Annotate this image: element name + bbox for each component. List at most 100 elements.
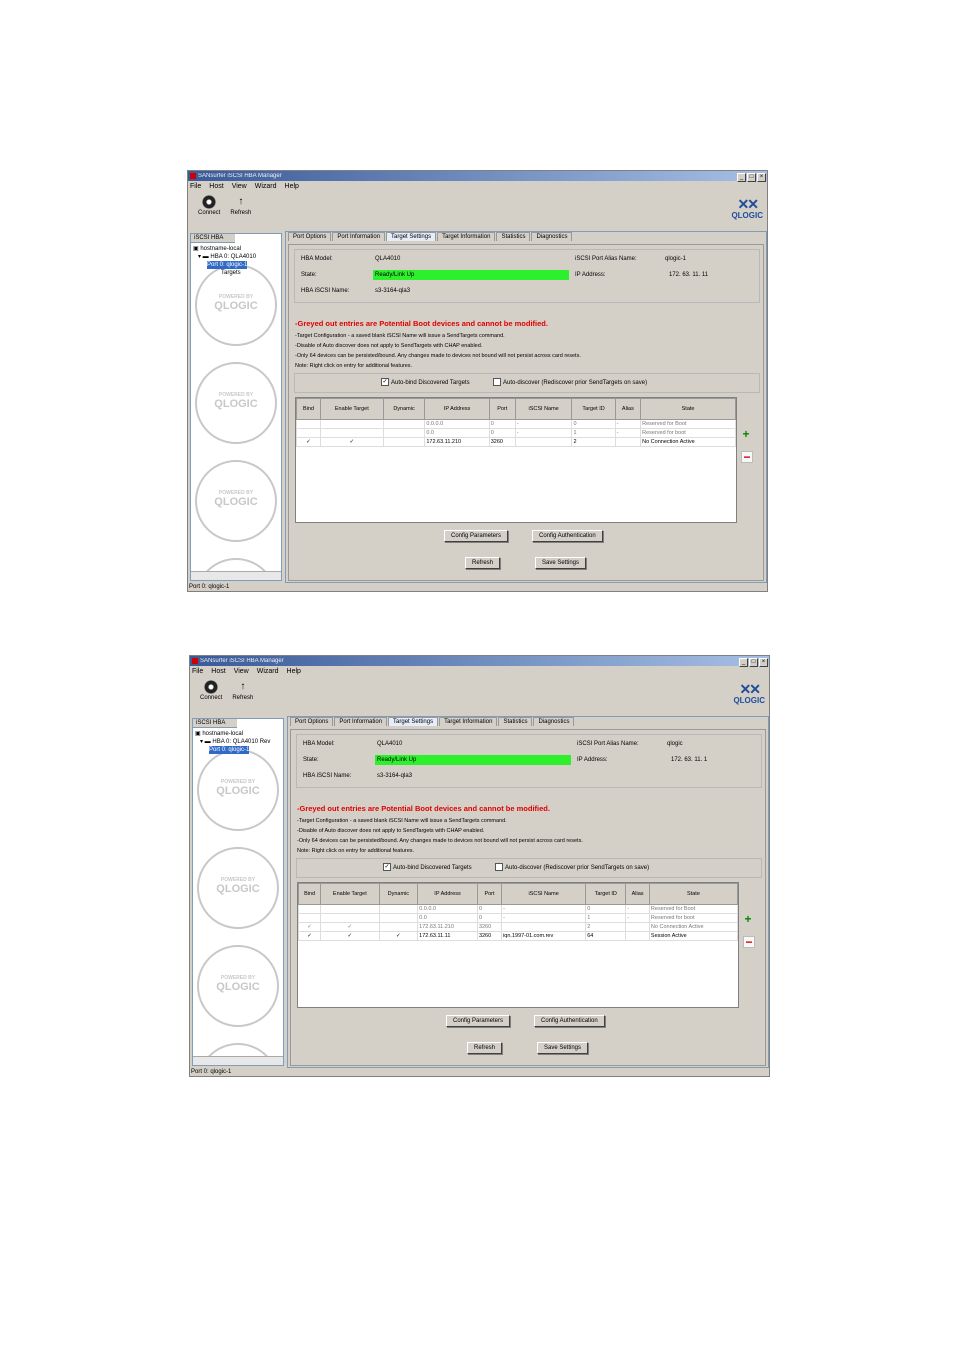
table-cell[interactable]: ✓ xyxy=(320,931,380,941)
tab-statistics[interactable]: Statistics xyxy=(496,232,531,241)
tab-port-options[interactable]: Port Options xyxy=(290,717,334,726)
table-cell[interactable] xyxy=(320,913,380,923)
tab-target-settings[interactable]: Target Settings xyxy=(388,717,439,726)
auto-bind-checkbox[interactable]: ✓ xyxy=(381,378,389,387)
maximize-button[interactable]: □ xyxy=(749,658,758,667)
auto-bind-checkbox[interactable]: ✓ xyxy=(383,863,391,872)
add-target-button[interactable]: + xyxy=(741,428,751,440)
menu-help[interactable]: Help xyxy=(285,183,299,190)
auto-bind-option[interactable]: ✓ Auto-bind Discovered Targets xyxy=(381,374,470,392)
table-row[interactable]: 0.0 0-1- Reserved for boot xyxy=(298,913,738,923)
table-cell[interactable] xyxy=(320,904,380,914)
table-cell[interactable] xyxy=(378,922,419,932)
tree-horizontal-scrollbar[interactable] xyxy=(191,571,281,580)
table-cell[interactable] xyxy=(298,904,322,914)
tab-statistics[interactable]: Statistics xyxy=(498,717,533,726)
column-header[interactable]: Alias xyxy=(614,398,642,420)
table-cell[interactable]: ✓ xyxy=(319,437,384,447)
column-header[interactable]: Enable Target xyxy=(319,398,384,420)
table-cell[interactable] xyxy=(382,419,426,429)
column-header[interactable]: State xyxy=(648,883,738,905)
table-cell[interactable] xyxy=(378,913,419,923)
tab-target-settings[interactable]: Target Settings xyxy=(386,232,437,241)
column-header[interactable]: Alias xyxy=(625,883,650,905)
config-authentication-button[interactable]: Config Authentication xyxy=(534,1015,605,1027)
tree-horizontal-scrollbar[interactable] xyxy=(193,1056,283,1065)
refresh-toolbar-button[interactable]: ↑ Refresh xyxy=(230,195,251,216)
tree-hba[interactable]: ▾ ▬ HBA 0: QLA4010 xyxy=(193,253,279,261)
table-cell[interactable] xyxy=(298,913,322,923)
tree-host[interactable]: ▣ hostname-local xyxy=(193,245,279,253)
tree-port[interactable]: Port 0: qlogic-1 xyxy=(193,261,279,269)
table-row[interactable]: 0.0.0.0 0-0- Reserved for Boot xyxy=(298,904,738,914)
menu-wizard[interactable]: Wizard xyxy=(255,183,277,190)
table-cell[interactable] xyxy=(319,419,384,429)
column-header[interactable]: Port xyxy=(488,398,516,420)
tab-diagnostics[interactable]: Diagnostics xyxy=(533,717,575,726)
table-row[interactable]: ✓ ✓ 172.63.11.210 3260 2 No Connection Active xyxy=(296,437,736,447)
menu-file[interactable]: File xyxy=(192,668,203,675)
connect-button[interactable]: Connect xyxy=(198,195,220,216)
config-authentication-button[interactable]: Config Authentication xyxy=(532,530,603,542)
refresh-button[interactable]: Refresh xyxy=(467,1042,503,1054)
auto-discover-option[interactable]: Auto-discover (Rediscover prior SendTarg… xyxy=(493,374,647,392)
column-header[interactable]: Target ID xyxy=(585,883,627,905)
menu-host[interactable]: Host xyxy=(211,668,225,675)
auto-discover-checkbox[interactable] xyxy=(495,863,503,872)
tab-diagnostics[interactable]: Diagnostics xyxy=(531,232,573,241)
maximize-button[interactable]: □ xyxy=(747,173,756,182)
auto-bind-option[interactable]: ✓ Auto-bind Discovered Targets xyxy=(383,859,472,877)
column-header[interactable]: IP Address xyxy=(424,398,490,420)
table-cell[interactable]: ✓ xyxy=(296,437,321,447)
close-button[interactable]: × xyxy=(759,658,768,667)
tree-host[interactable]: ▣ hostname-local xyxy=(195,730,281,738)
table-cell[interactable] xyxy=(296,428,321,438)
table-row[interactable]: ✓ ✓ 172.63.11.210 3260 2 No Connection Active xyxy=(298,922,738,932)
column-header[interactable]: IP Address xyxy=(417,883,478,905)
refresh-button[interactable]: Refresh xyxy=(465,557,501,569)
auto-discover-checkbox[interactable] xyxy=(493,378,501,387)
tab-iscsi-hba[interactable]: iSCSI HBA xyxy=(193,719,237,728)
save-settings-button[interactable]: Save Settings xyxy=(535,557,587,569)
table-cell[interactable]: ✓ xyxy=(378,931,419,941)
save-settings-button[interactable]: Save Settings xyxy=(537,1042,589,1054)
tab-port-options[interactable]: Port Options xyxy=(288,232,332,241)
table-cell[interactable] xyxy=(378,904,419,914)
menu-view[interactable]: View xyxy=(232,183,247,190)
config-parameters-button[interactable]: Config Parameters xyxy=(446,1015,511,1027)
menu-view[interactable]: View xyxy=(234,668,249,675)
menu-file[interactable]: File xyxy=(190,183,201,190)
table-cell[interactable] xyxy=(296,419,321,429)
connect-button[interactable]: Connect xyxy=(200,680,222,701)
column-header[interactable]: Dynamic xyxy=(382,398,426,420)
config-parameters-button[interactable]: Config Parameters xyxy=(444,530,509,542)
refresh-toolbar-button[interactable]: ↑ Refresh xyxy=(232,680,253,701)
tree-targets[interactable]: Targets xyxy=(193,269,279,277)
column-header[interactable]: State xyxy=(640,398,736,420)
menu-host[interactable]: Host xyxy=(209,183,223,190)
tab-target-information[interactable]: Target Information xyxy=(437,232,496,241)
table-cell[interactable] xyxy=(382,428,426,438)
table-row[interactable]: 0.0 0-1- Reserved for boot xyxy=(296,428,736,438)
column-header[interactable]: iSCSI Name xyxy=(514,398,573,420)
close-button[interactable]: × xyxy=(757,173,766,182)
column-header[interactable]: Target ID xyxy=(571,398,616,420)
column-header[interactable]: Enable Target xyxy=(320,883,380,905)
remove-target-button[interactable]: − xyxy=(741,451,753,463)
tree-hba[interactable]: ▾ ▬ HBA 0: QLA4010 Rev xyxy=(195,738,281,746)
column-header[interactable]: Port xyxy=(476,883,503,905)
tab-iscsi-hba[interactable]: iSCSI HBA xyxy=(191,234,235,243)
remove-target-button[interactable]: − xyxy=(743,936,755,948)
menu-wizard[interactable]: Wizard xyxy=(257,668,279,675)
table-cell[interactable] xyxy=(319,428,384,438)
table-row[interactable]: ✓ ✓ ✓ 172.63.11.11 3260 iqn.1997-01.com.rev 64… xyxy=(298,931,738,941)
column-header[interactable]: Bind xyxy=(296,398,321,420)
add-target-button[interactable]: + xyxy=(743,913,753,925)
table-row[interactable]: 0.0.0.0 0-0- Reserved for Boot xyxy=(296,419,736,429)
tab-port-information[interactable]: Port Information xyxy=(332,232,386,241)
table-cell[interactable]: ✓ xyxy=(320,922,380,932)
table-cell[interactable] xyxy=(382,437,426,447)
table-cell[interactable]: ✓ xyxy=(298,931,322,941)
auto-discover-option[interactable]: Auto-discover (Rediscover prior SendTarg… xyxy=(495,859,649,877)
menu-help[interactable]: Help xyxy=(287,668,301,675)
